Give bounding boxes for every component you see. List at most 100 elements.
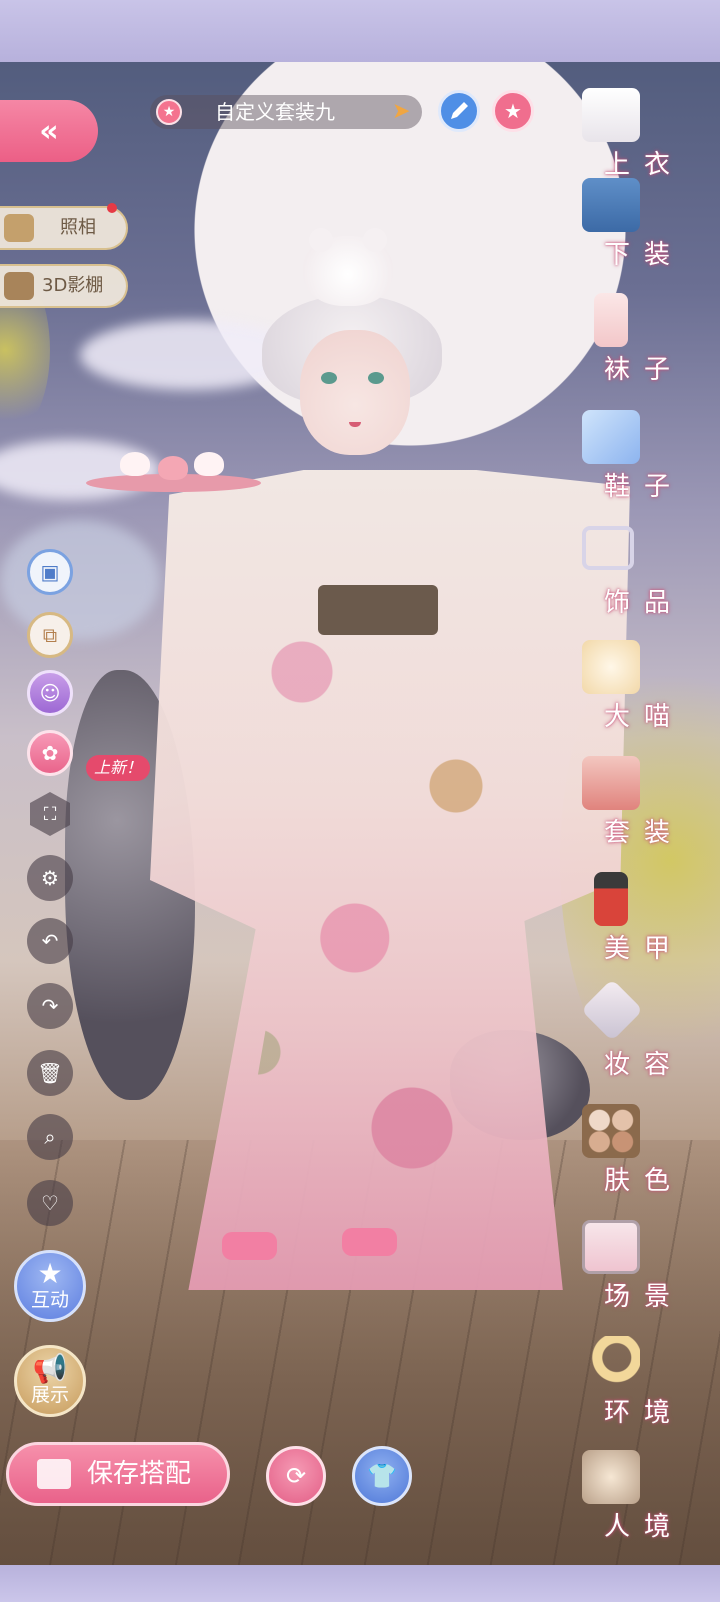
category-scene[interactable]: 场景 <box>566 1220 716 1336</box>
outfit-name: 自定义套装九 <box>215 100 335 124</box>
nail-polish-icon <box>594 872 628 926</box>
like-button[interactable]: ♡ <box>27 1180 73 1226</box>
pencil-icon <box>451 102 468 119</box>
palette-icon: ✿ <box>41 741 59 765</box>
category-nails[interactable]: 美甲 <box>566 872 716 988</box>
bottom-frame-bar <box>0 1565 720 1602</box>
top-icon <box>582 88 640 142</box>
category-label: 人境 <box>604 1512 685 1542</box>
category-outfit-set[interactable]: 套装 <box>566 756 716 872</box>
category-label: 袜子 <box>604 355 685 385</box>
category-environment[interactable]: 环境 <box>566 1336 716 1452</box>
moon-environment-icon <box>582 1336 640 1390</box>
shirt-icon: 👕 <box>367 1462 397 1490</box>
sock-icon <box>594 293 628 347</box>
save-cards-icon <box>37 1459 71 1489</box>
peach-bun <box>158 456 188 480</box>
person-swap-icon: ☺ <box>39 681 61 705</box>
photo-button[interactable]: 照相 <box>0 206 128 250</box>
wardrobe-icon: ▣ <box>40 560 60 584</box>
gear-icon: ⚙ <box>41 866 59 890</box>
character-eye <box>368 372 384 384</box>
show-label: 展示 <box>30 1384 69 1406</box>
category-skin[interactable]: 肤色 <box>566 1104 716 1220</box>
character-face <box>300 330 410 455</box>
quick-outfit-button[interactable]: 👕 <box>352 1446 412 1506</box>
share-button[interactable]: ⟳ <box>266 1446 326 1506</box>
category-accessories[interactable]: 饰品 <box>566 526 716 642</box>
share-arrow-icon: ⟳ <box>285 1462 307 1490</box>
undo-icon: ↶ <box>41 929 59 953</box>
studio-label: 3D影棚 <box>42 275 104 296</box>
category-label: 妆容 <box>604 1050 685 1080</box>
camera-icon <box>4 214 34 242</box>
rabbit-bun <box>194 452 224 476</box>
category-label: 饰品 <box>604 588 685 618</box>
shoe-icon <box>582 410 640 464</box>
person-scene-icon <box>582 1450 640 1504</box>
photo-label: 照相 <box>60 217 96 238</box>
settings-button[interactable]: ⚙ <box>27 855 73 901</box>
category-shoes[interactable]: 鞋子 <box>566 410 716 526</box>
save-outfit-button[interactable]: 保存搭配 <box>6 1442 230 1506</box>
character-shoe <box>222 1232 277 1260</box>
category-label: 场景 <box>604 1282 685 1312</box>
redo-button[interactable]: ↷ <box>27 983 73 1029</box>
category-label: 上衣 <box>604 150 685 180</box>
category-person-scene[interactable]: 人境 <box>566 1450 716 1566</box>
star-badge-icon: ★ <box>156 99 182 125</box>
category-label: 环境 <box>604 1398 685 1428</box>
shorts-icon <box>582 178 640 232</box>
category-makeup[interactable]: 妆容 <box>566 978 716 1104</box>
rabbit-bun <box>120 452 150 476</box>
interact-label: 互动 <box>30 1289 69 1311</box>
character-switch-button[interactable]: ☺ <box>27 670 73 716</box>
cat-icon <box>582 640 640 694</box>
category-label: 鞋子 <box>604 472 685 502</box>
skin-palette-icon <box>582 1104 640 1158</box>
show-button[interactable]: 📢 展示 <box>14 1345 86 1417</box>
copy-layer-button[interactable]: ⧉ <box>27 612 73 658</box>
heart-icon: ♡ <box>41 1191 59 1215</box>
3d-studio-button[interactable]: 3D影棚 <box>0 264 128 308</box>
notification-dot <box>107 203 117 213</box>
new-badge: 上新！ <box>86 755 151 781</box>
redo-icon: ↷ <box>41 994 59 1018</box>
trash-icon: 🗑 <box>37 1061 63 1085</box>
outfit-set-icon <box>582 756 640 810</box>
category-big-cat[interactable]: 大喵 <box>566 640 716 756</box>
wardrobe-button[interactable]: ▣ <box>27 549 73 595</box>
category-socks[interactable]: 袜子 <box>566 293 716 409</box>
cloud <box>0 520 160 640</box>
character-sash <box>318 585 438 635</box>
double-chevron-left-icon: « <box>39 113 59 149</box>
character-eye <box>321 372 337 384</box>
favorite-star-button[interactable]: ★ <box>492 90 534 132</box>
star-icon: ★ <box>37 1257 63 1290</box>
arrow-right-icon[interactable]: ➤ <box>392 99 416 125</box>
category-label: 下装 <box>604 240 685 270</box>
search-button[interactable]: ⌕ <box>27 1114 73 1160</box>
delete-button[interactable]: 🗑 <box>27 1050 73 1096</box>
category-bottom[interactable]: 下装 <box>566 178 716 294</box>
bear-hat <box>303 228 393 306</box>
makeup-icon <box>580 978 644 1042</box>
back-button[interactable]: « <box>0 100 98 162</box>
dye-palette-button[interactable]: ✿ <box>27 730 73 776</box>
undo-button[interactable]: ↶ <box>27 918 73 964</box>
cube-icon <box>4 272 34 300</box>
copy-icon: ⧉ <box>42 623 58 647</box>
interact-button[interactable]: ★ 互动 <box>14 1250 86 1322</box>
megaphone-icon: 📢 <box>32 1352 68 1385</box>
accessory-icon <box>582 526 634 570</box>
scene-icon <box>582 1220 640 1274</box>
search-icon: ⌕ <box>44 1125 56 1149</box>
save-label: 保存搭配 <box>87 1459 192 1489</box>
category-label: 套装 <box>604 818 685 848</box>
expand-icon: ⛶ <box>43 803 57 825</box>
character-shoe <box>342 1228 397 1256</box>
category-label: 美甲 <box>604 934 685 964</box>
category-label: 大喵 <box>604 702 685 732</box>
top-frame-bar <box>0 0 720 62</box>
edit-pencil-button[interactable] <box>438 90 480 132</box>
